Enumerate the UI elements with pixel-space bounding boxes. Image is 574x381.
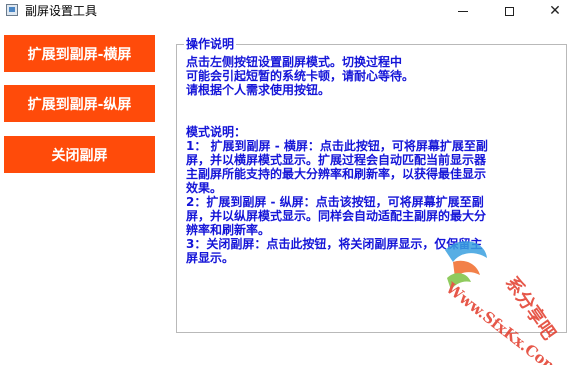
close-icon: ✕	[549, 3, 561, 19]
mode-line: 屏显示。	[186, 251, 235, 265]
title-bar: 副屏设置工具 ✕	[0, 0, 574, 22]
app-icon	[6, 4, 18, 16]
minimize-icon	[458, 10, 468, 12]
mode-line: 辨率和刷新率。	[186, 223, 271, 237]
extend-portrait-button[interactable]: 扩展到副屏-纵屏	[4, 85, 155, 122]
intro-line: 点击左侧按钮设置副屏模式。切换过程中	[186, 55, 403, 69]
window-title: 副屏设置工具	[25, 4, 98, 18]
close-button[interactable]: ✕	[532, 0, 574, 22]
maximize-button[interactable]	[486, 0, 532, 22]
intro-line: 请根据个人需求使用按钮。	[186, 83, 331, 97]
mode-line: 效果。	[186, 181, 223, 195]
intro-line: 可能会引起短暂的系统卡顿，请耐心等待。	[186, 69, 415, 83]
instructions-group-title: 操作说明	[184, 37, 237, 51]
mode-title: 模式说明：	[186, 125, 247, 139]
mode-line: 屏，并以横屏模式显示。扩展过程会自动匹配当前显示器	[186, 153, 487, 167]
extend-landscape-button[interactable]: 扩展到副屏-横屏	[4, 35, 155, 72]
instructions-text: 点击左侧按钮设置副屏模式。切换过程中 可能会引起短暂的系统卡顿，请耐心等待。 请…	[186, 55, 564, 265]
mode-line: 主副屏所能支持的最大分辨率和刷新率，以获得最佳显示	[186, 167, 487, 181]
close-secondary-screen-button[interactable]: 关闭副屏	[4, 136, 155, 173]
maximize-icon	[504, 6, 514, 16]
minimize-button[interactable]	[440, 0, 486, 22]
mode-line: 2：扩展到副屏 - 纵屏：点击该按钮，可将屏幕扩展至副	[186, 195, 484, 209]
mode-line: 3：关闭副屏：点击此按钮，将关闭副屏显示，仅保留主	[186, 237, 483, 251]
mode-line: 屏，并以纵屏模式显示。同样会自动适配主副屏的最大分	[186, 209, 487, 223]
mode-line: 1： 扩展到副屏 - 横屏：点击此按钮，可将屏幕扩展至副	[186, 139, 488, 153]
